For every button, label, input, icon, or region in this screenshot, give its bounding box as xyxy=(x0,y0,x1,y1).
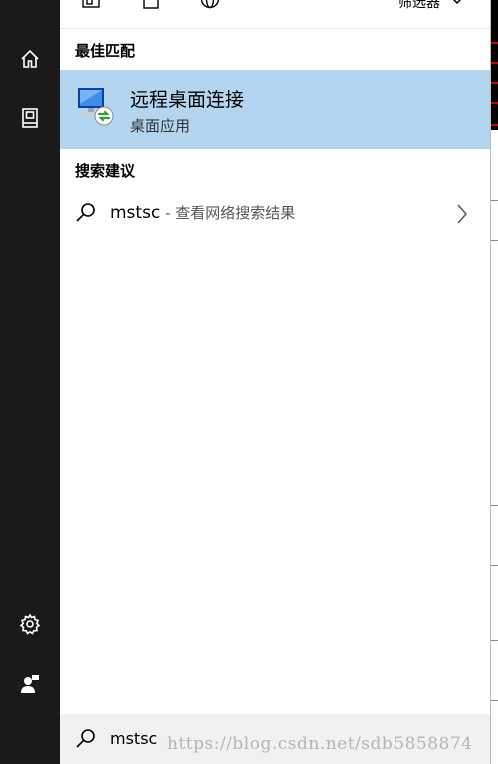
background-window xyxy=(490,0,498,764)
suggestion-query: mstsc xyxy=(110,203,161,223)
suggestion-description: - 查看网络搜索结果 xyxy=(160,204,296,222)
web-icon[interactable] xyxy=(199,0,221,10)
chevron-right-icon[interactable] xyxy=(456,203,468,229)
search-scope-toolbar: 筛选器 xyxy=(60,0,490,29)
menu-icon[interactable] xyxy=(16,0,44,16)
filter-dropdown[interactable]: 筛选器 xyxy=(398,0,464,12)
suggestions-heading: 搜索建议 xyxy=(75,162,136,180)
search-input[interactable]: mstsc xyxy=(110,729,157,748)
settings-icon[interactable] xyxy=(16,610,44,638)
document-icon[interactable] xyxy=(140,0,162,10)
search-icon xyxy=(75,202,97,228)
search-icon xyxy=(75,728,97,754)
chevron-down-icon xyxy=(450,0,464,10)
watermark: https://blog.csdn.net/sdb5858874 xyxy=(167,734,473,754)
remote-desktop-icon xyxy=(76,86,116,128)
user-feedback-icon[interactable] xyxy=(16,670,44,698)
start-navigation-rail xyxy=(0,0,60,764)
apps-icon[interactable] xyxy=(80,0,102,10)
best-match-heading: 最佳匹配 xyxy=(75,42,136,60)
home-icon[interactable] xyxy=(16,45,44,73)
app-name: 远程桌面连接 xyxy=(130,89,245,111)
app-type: 桌面应用 xyxy=(130,117,191,135)
best-match-result[interactable]: 远程桌面连接 桌面应用 xyxy=(60,70,490,149)
search-results-panel: 筛选器 最佳匹配 远程桌面连接 桌面应用 搜索建议 mstsc - 查看网络搜索… xyxy=(60,0,490,764)
web-suggestion-item[interactable]: mstsc - 查看网络搜索结果 xyxy=(60,191,490,235)
filter-label: 筛选器 xyxy=(398,0,440,11)
documents-icon[interactable] xyxy=(16,104,44,132)
